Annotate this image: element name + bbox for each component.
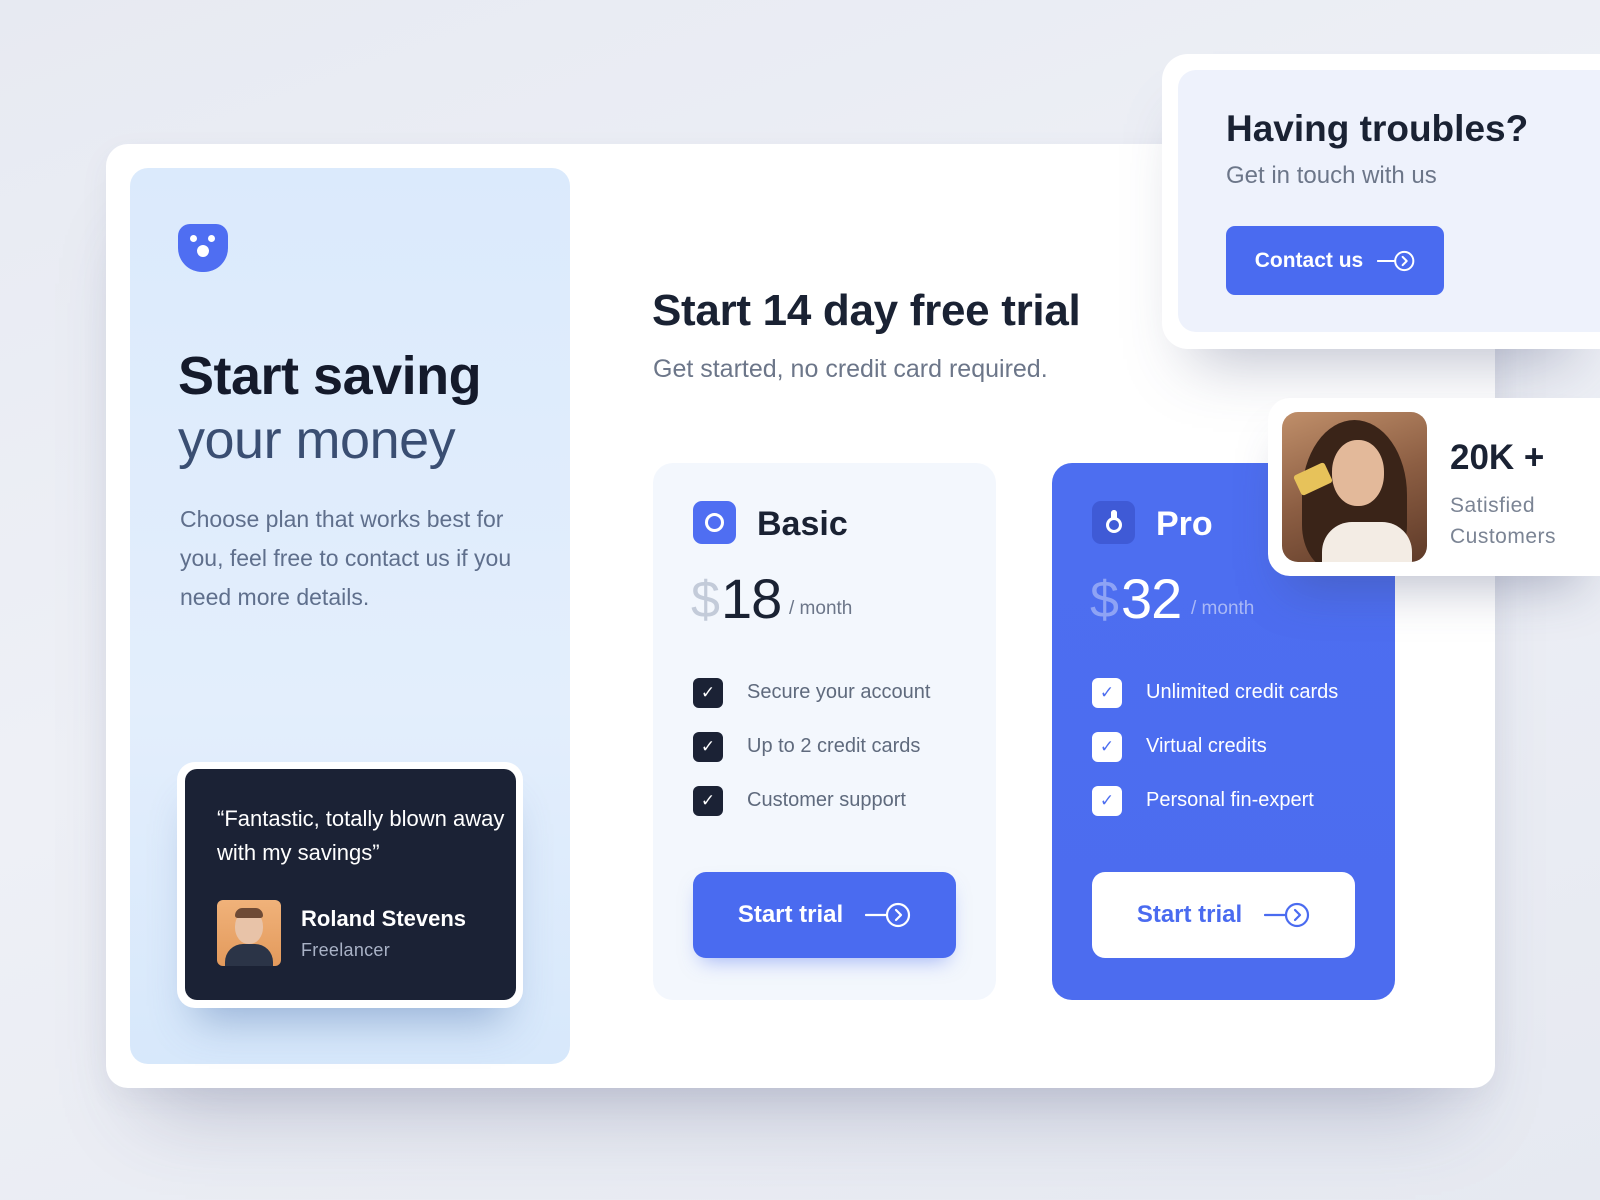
check-icon: ✓ <box>1092 678 1122 708</box>
avatar <box>217 900 281 966</box>
contact-subtitle: Get in touch with us <box>1226 162 1437 189</box>
customer-photo <box>1282 412 1427 562</box>
start-trial-pro-button[interactable]: Start trial <box>1092 872 1355 958</box>
lock-icon <box>1092 501 1135 544</box>
page-title: Start 14 day free trial <box>652 286 1081 335</box>
start-trial-basic-button[interactable]: Start trial <box>693 872 956 958</box>
price-period: / month <box>789 598 853 619</box>
check-icon: ✓ <box>693 678 723 708</box>
feature-label: Virtual credits <box>1146 735 1267 757</box>
author-role: Freelancer <box>301 940 391 960</box>
arrow-right-circle-icon <box>1264 902 1310 928</box>
button-label: Start trial <box>1136 901 1243 928</box>
button-label: Contact us <box>1254 248 1364 272</box>
customers-label: Satisfied Customers <box>1450 494 1557 548</box>
plan-name: Pro <box>1156 505 1213 543</box>
button-label: Start trial <box>737 901 844 928</box>
price-amount: 18 <box>721 567 782 630</box>
feature-label: Secure your account <box>747 681 931 703</box>
price-period: / month <box>1191 598 1255 619</box>
feature-label: Unlimited credit cards <box>1146 681 1339 703</box>
price-amount: 32 <box>1121 567 1182 630</box>
hero-title: Start saving <box>178 346 482 406</box>
hero-title-accent: your money <box>178 410 456 470</box>
contact-us-button[interactable]: Contact us <box>1226 226 1444 295</box>
check-icon: ✓ <box>693 786 723 816</box>
circle-icon <box>693 501 736 544</box>
feature-label: Customer support <box>747 789 906 811</box>
check-icon: ✓ <box>1092 732 1122 762</box>
contact-title: Having troubles? <box>1226 108 1529 149</box>
author-name: Roland Stevens <box>301 906 467 931</box>
brand-logo-icon <box>178 224 228 272</box>
check-icon: ✓ <box>1092 786 1122 816</box>
price-currency: $ <box>691 571 720 629</box>
arrow-right-circle-icon <box>1377 250 1415 271</box>
arrow-right-circle-icon <box>865 902 911 928</box>
hero-description: Choose plan that works best for you, fee… <box>180 506 512 610</box>
price-currency: $ <box>1090 571 1119 629</box>
feature-label: Up to 2 credit cards <box>747 735 921 757</box>
feature-label: Personal fin-expert <box>1146 789 1314 811</box>
check-icon: ✓ <box>693 732 723 762</box>
page-subtitle: Get started, no credit card required. <box>653 355 1048 383</box>
customers-count: 20K + <box>1450 438 1545 477</box>
testimonial-quote: “Fantastic, totally blown away with my s… <box>217 806 505 865</box>
plan-name: Basic <box>757 505 848 543</box>
